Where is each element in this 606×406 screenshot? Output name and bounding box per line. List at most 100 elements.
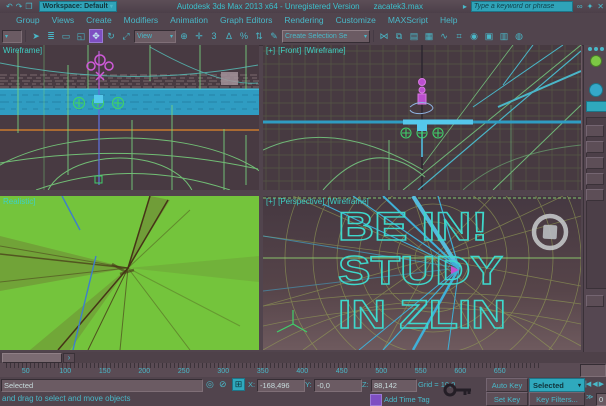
- menu-item[interactable]: MAXScript: [382, 15, 434, 25]
- render-icon[interactable]: ◍: [512, 29, 526, 43]
- select-by-name-icon[interactable]: ≣: [44, 29, 58, 43]
- align-icon[interactable]: ⧉: [392, 29, 406, 43]
- command-panel: [583, 45, 606, 352]
- previous-frame-icon[interactable]: ◀: [592, 380, 596, 388]
- spinner-snap-icon[interactable]: ⇅: [252, 29, 266, 43]
- angle-snap-icon[interactable]: ∆: [222, 29, 236, 43]
- select-and-move-icon[interactable]: ✥: [89, 29, 103, 43]
- viewport-shading-label[interactable]: [Wireframe]: [304, 46, 345, 55]
- viewport-shading-label[interactable]: Realistic]: [3, 197, 35, 206]
- key-filters-button[interactable]: Key Filters...: [529, 392, 585, 406]
- menu-item[interactable]: Modifiers: [118, 15, 164, 25]
- layer-manager-icon[interactable]: ▤: [407, 29, 421, 43]
- shapes-category-icon[interactable]: [589, 83, 603, 97]
- hierarchy-tab-icon[interactable]: [600, 47, 604, 51]
- go-to-start-icon[interactable]: |◀: [585, 380, 590, 388]
- curve-editor-icon[interactable]: ∿: [437, 29, 451, 43]
- set-keys-key-icon[interactable]: [443, 381, 473, 399]
- z-value: 88,142: [374, 381, 397, 390]
- menu-item[interactable]: Group: [10, 15, 46, 25]
- named-selection-set-dropdown[interactable]: Create Selection Se ▾: [282, 30, 370, 43]
- menu-bar: GroupViewsCreateModifiersAnimationGraph …: [0, 13, 606, 27]
- viewport-menu-label[interactable]: [+]: [266, 197, 275, 206]
- x-value: -168,496: [260, 381, 290, 390]
- viewport-shading-label[interactable]: [Wireframe]: [327, 197, 368, 206]
- time-tag-icon[interactable]: [370, 394, 382, 406]
- viewport-menu-label[interactable]: [+]: [266, 46, 275, 55]
- menu-item[interactable]: Rendering: [278, 15, 329, 25]
- select-and-rotate-icon[interactable]: ↻: [104, 29, 118, 43]
- menu-item[interactable]: Animation: [164, 15, 214, 25]
- scene-icon[interactable]: ❐: [25, 3, 32, 11]
- edit-named-selection-sets-icon[interactable]: ✎: [267, 29, 281, 43]
- menu-item[interactable]: Views: [46, 15, 81, 25]
- y-label: Y:: [305, 380, 312, 389]
- modify-tab-icon[interactable]: [594, 47, 598, 51]
- rectangular-selection-region-icon[interactable]: ▭: [59, 29, 73, 43]
- close-icon[interactable]: ✕: [597, 3, 604, 11]
- render-setup-icon[interactable]: ▣: [482, 29, 496, 43]
- viewport-bottom-left[interactable]: Realistic]: [0, 196, 259, 350]
- y-coordinate-field[interactable]: -0,0: [314, 379, 362, 392]
- play-animation-icon[interactable]: ▶: [599, 380, 603, 388]
- viewport-top-right[interactable]: [+] [Front] [Wireframe]: [263, 45, 582, 190]
- command-panel-button[interactable]: [586, 157, 604, 169]
- communication-center-icon[interactable]: ✦: [587, 3, 594, 11]
- menu-item[interactable]: Help: [434, 15, 463, 25]
- material-editor-icon[interactable]: ◉: [467, 29, 481, 43]
- menu-item[interactable]: Graph Editors: [214, 15, 278, 25]
- go-to-end-icon[interactable]: ≫: [586, 393, 593, 403]
- command-panel-button[interactable]: [586, 173, 604, 185]
- command-panel-button[interactable]: [586, 189, 604, 201]
- undo-icon[interactable]: ↶: [6, 3, 13, 11]
- viewport-shading-label[interactable]: Wireframe]: [3, 46, 42, 55]
- binoculars-icon[interactable]: ∞: [577, 3, 583, 11]
- time-slider-handle[interactable]: [2, 353, 62, 363]
- command-panel-button[interactable]: [586, 125, 604, 137]
- viewport-canvas: BE IN! STUDY IN ZLIN: [263, 196, 581, 350]
- auto-key-button[interactable]: Auto Key: [486, 378, 528, 392]
- select-and-scale-icon[interactable]: ⤢: [119, 29, 133, 43]
- selection-lock-icon[interactable]: ⊘: [219, 379, 227, 389]
- toolbar-partial-dropdown[interactable]: ▾: [2, 30, 22, 43]
- add-time-tag-label[interactable]: Add Time Tag: [384, 395, 430, 404]
- workspace-dropdown[interactable]: Workspace: Default ▾: [39, 1, 117, 12]
- rendered-frame-icon[interactable]: ▥: [497, 29, 511, 43]
- window-crossing-icon[interactable]: ◱: [74, 29, 88, 43]
- graphite-ribbon-icon[interactable]: ▦: [422, 29, 436, 43]
- current-frame-field[interactable]: 0: [596, 393, 606, 406]
- isolate-selection-icon[interactable]: ◎: [206, 379, 214, 389]
- menu-item[interactable]: Customize: [330, 15, 382, 25]
- menu-item[interactable]: Create: [80, 15, 118, 25]
- schematic-view-icon[interactable]: ⌗: [452, 29, 466, 43]
- percent-snap-icon[interactable]: %: [237, 29, 251, 43]
- redo-icon[interactable]: ↷: [16, 3, 23, 11]
- create-tab-icon[interactable]: [588, 47, 592, 51]
- command-panel-button[interactable]: [586, 295, 604, 307]
- set-key-label: Set Key: [494, 395, 520, 404]
- geometry-category-icon[interactable]: [590, 55, 602, 67]
- key-mode-dropdown[interactable]: Selected ▾: [529, 378, 585, 392]
- absolute-mode-icon[interactable]: ⊞: [232, 378, 245, 391]
- viewport-view-label[interactable]: [Perspective]: [278, 197, 324, 206]
- viewport-top-left[interactable]: Wireframe]: [0, 45, 259, 190]
- search-input[interactable]: [471, 1, 573, 12]
- chevron-down-icon: ▾: [110, 3, 113, 10]
- snaps-toggle-icon[interactable]: 3: [207, 29, 221, 43]
- app-title: Autodesk 3ds Max 2013 x64 - Unregistered…: [177, 2, 360, 11]
- track-bar[interactable]: 50100150200250300350400450500550600650: [0, 363, 606, 378]
- viewport-bottom-right[interactable]: [+] [Perspective] [Wireframe]: [263, 196, 581, 350]
- command-panel-button[interactable]: [586, 141, 604, 153]
- x-coordinate-field[interactable]: -168,496: [257, 379, 305, 392]
- next-frame-icon[interactable]: ›: [63, 353, 75, 363]
- select-and-manipulate-icon[interactable]: ✛: [192, 29, 206, 43]
- z-coordinate-field[interactable]: 88,142: [371, 379, 417, 392]
- expand-arrow-icon[interactable]: ▸: [463, 3, 467, 11]
- use-pivot-point-center-icon[interactable]: ⊕: [177, 29, 191, 43]
- reference-coordinate-dropdown[interactable]: View ▾: [134, 30, 176, 43]
- object-type-dropdown[interactable]: [586, 101, 606, 112]
- mirror-icon[interactable]: ⋈: [377, 29, 391, 43]
- viewport-view-label[interactable]: [Front]: [278, 46, 301, 55]
- set-key-button[interactable]: Set Key: [486, 392, 528, 406]
- select-object-icon[interactable]: ➤: [29, 29, 43, 43]
